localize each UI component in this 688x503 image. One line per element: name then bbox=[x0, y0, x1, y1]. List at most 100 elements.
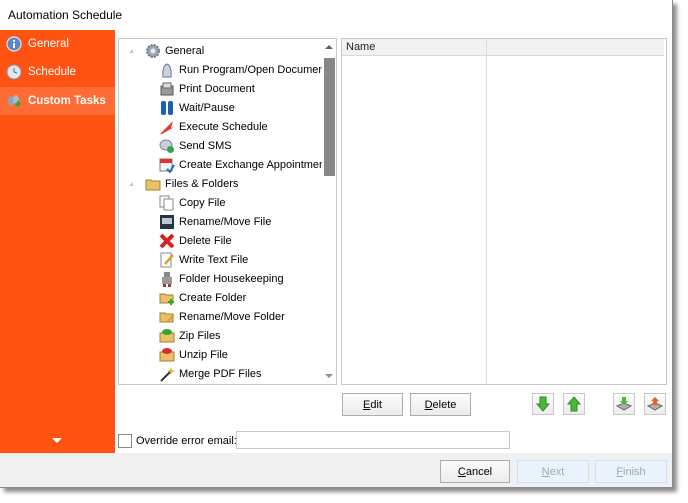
override-error-email-checkbox[interactable] bbox=[118, 434, 132, 448]
tree-group-label: Files & Folders bbox=[165, 177, 239, 190]
pause-icon bbox=[159, 100, 175, 116]
scroll-up-icon[interactable] bbox=[325, 45, 333, 49]
tree-item-label: Merge PDF Files bbox=[179, 367, 262, 380]
tree-group-files-folders[interactable]: Files & Folders bbox=[129, 174, 238, 193]
sidebar-item-label: Schedule bbox=[28, 66, 76, 78]
create-folder-icon bbox=[159, 290, 175, 306]
finish-button[interactable]: Finish bbox=[595, 460, 667, 483]
override-error-email: Override error email: bbox=[118, 434, 237, 448]
tree-item-label: Send SMS bbox=[179, 139, 232, 152]
move-down-button[interactable] bbox=[532, 393, 554, 415]
housekeeping-icon bbox=[159, 271, 175, 287]
cancel-label: ancel bbox=[465, 465, 493, 478]
edit-label: dit bbox=[370, 398, 382, 411]
task-tree[interactable]: General Run Program/Open Document Print … bbox=[118, 38, 337, 385]
delete-button[interactable]: Delete bbox=[410, 393, 471, 416]
tree-scrollbar[interactable] bbox=[322, 39, 336, 384]
edit-mnemonic: E bbox=[363, 398, 371, 411]
tree-item-label: Print Document bbox=[179, 82, 255, 95]
tree-item[interactable]: Create Folder bbox=[159, 288, 246, 307]
list-header: Name bbox=[342, 39, 664, 56]
zip-icon bbox=[159, 328, 175, 344]
override-email-input[interactable] bbox=[236, 431, 510, 449]
finish-mnemonic: F bbox=[616, 465, 624, 478]
delete-icon bbox=[159, 233, 175, 249]
export-button[interactable] bbox=[644, 393, 666, 415]
arrow-up-icon bbox=[566, 396, 582, 412]
sidebar-item-general[interactable]: General bbox=[0, 30, 115, 58]
tree-item[interactable]: Rename/Move File bbox=[159, 212, 271, 231]
tree-item[interactable]: Delete File bbox=[159, 231, 232, 250]
chevron-down-icon[interactable] bbox=[52, 438, 62, 443]
automation-schedule-window: Automation Schedule General Schedule Cus… bbox=[0, 0, 673, 488]
run-program-icon bbox=[159, 62, 175, 78]
sms-icon bbox=[159, 138, 175, 154]
tree-item-label: Rename/Move File bbox=[179, 215, 272, 228]
move-up-button[interactable] bbox=[563, 393, 585, 415]
tree-item-label: Copy File bbox=[179, 196, 226, 209]
delete-mnemonic: D bbox=[424, 398, 433, 411]
scroll-down-icon[interactable] bbox=[325, 374, 333, 378]
cancel-button[interactable]: Cancel bbox=[440, 460, 510, 483]
copy-file-icon bbox=[159, 195, 175, 211]
dialog-footer: Cancel Next Finish bbox=[0, 453, 672, 487]
tree-item-label: Unzip File bbox=[179, 348, 228, 361]
tree-item-label: Execute Schedule bbox=[179, 120, 268, 133]
tree-item[interactable]: Send SMS bbox=[159, 136, 232, 155]
tree-group-label: General bbox=[165, 44, 205, 57]
expander-icon[interactable] bbox=[129, 181, 133, 186]
tree-item[interactable]: Rename/Move Folder bbox=[159, 307, 285, 326]
tree-item[interactable]: Execute Schedule bbox=[159, 117, 268, 136]
tree-group-general[interactable]: General bbox=[129, 41, 204, 60]
tree-item-label: Zip Files bbox=[179, 329, 221, 342]
info-icon bbox=[6, 36, 22, 52]
task-list[interactable]: Name bbox=[341, 38, 667, 385]
tree-item-label: Create Folder bbox=[179, 291, 247, 304]
column-header-name[interactable]: Name bbox=[346, 41, 375, 53]
cancel-mnemonic: C bbox=[457, 465, 466, 478]
sidebar-item-schedule[interactable]: Schedule bbox=[0, 58, 115, 86]
clock-icon bbox=[6, 64, 22, 80]
tree-item[interactable]: Create Exchange Appointment bbox=[159, 155, 328, 174]
import-icon bbox=[615, 397, 633, 411]
write-text-icon bbox=[159, 252, 175, 268]
tree-item[interactable]: Unzip File bbox=[159, 345, 228, 364]
rename-file-icon bbox=[159, 214, 175, 230]
tree-item[interactable]: Write Text File bbox=[159, 250, 248, 269]
next-label: ext bbox=[549, 465, 565, 478]
custom-tasks-icon bbox=[6, 93, 22, 109]
gear-icon bbox=[145, 43, 161, 59]
tree-item[interactable]: Copy File bbox=[159, 193, 225, 212]
next-mnemonic: N bbox=[541, 465, 550, 478]
tree-item-label: Wait/Pause bbox=[179, 101, 235, 114]
override-error-email-label: Override error email: bbox=[136, 435, 237, 447]
tree-item-label: Folder Housekeeping bbox=[179, 272, 284, 285]
expander-icon[interactable] bbox=[129, 48, 133, 53]
sidebar-item-label: Custom Tasks bbox=[28, 95, 106, 107]
edit-button[interactable]: Edit bbox=[342, 393, 403, 416]
merge-pdf-icon bbox=[159, 366, 175, 382]
tree-item-label: Run Program/Open Document bbox=[179, 63, 328, 76]
tree-item[interactable]: Zip Files bbox=[159, 326, 221, 345]
sidebar-item-custom-tasks[interactable]: Custom Tasks bbox=[0, 87, 115, 115]
tree-item-label: Write Text File bbox=[179, 253, 249, 266]
unzip-icon bbox=[159, 347, 175, 363]
scrollbar-thumb[interactable] bbox=[324, 58, 335, 176]
finish-label: inish bbox=[623, 465, 646, 478]
export-icon bbox=[646, 397, 664, 411]
next-button[interactable]: Next bbox=[517, 460, 589, 483]
tree-item-label: Create Exchange Appointment bbox=[179, 158, 329, 171]
calendar-icon bbox=[159, 157, 175, 174]
tree-item[interactable]: Folder Housekeeping bbox=[159, 269, 284, 288]
printer-icon bbox=[159, 81, 175, 97]
tree-item[interactable]: Wait/Pause bbox=[159, 98, 235, 117]
rename-folder-icon bbox=[159, 309, 175, 325]
delete-label: elete bbox=[432, 398, 457, 411]
tree-item[interactable]: Print Document bbox=[159, 79, 255, 98]
import-button[interactable] bbox=[613, 393, 635, 415]
tree-item[interactable]: Run Program/Open Document bbox=[159, 60, 328, 79]
arrow-down-icon bbox=[535, 396, 551, 412]
tree-item-label: Delete File bbox=[179, 234, 232, 247]
tree-item[interactable]: Merge PDF Files bbox=[159, 364, 262, 383]
column-divider[interactable] bbox=[486, 39, 487, 384]
